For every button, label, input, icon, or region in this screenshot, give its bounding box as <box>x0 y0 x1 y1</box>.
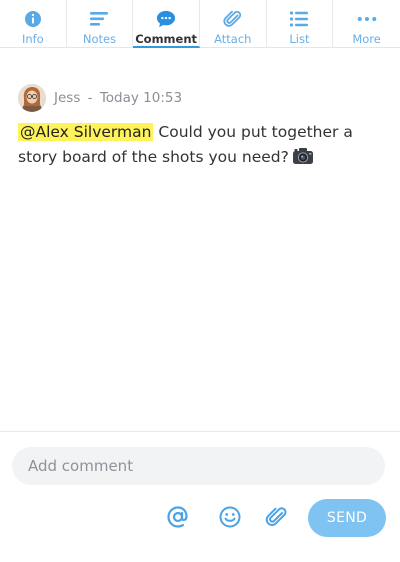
emoji-button[interactable] <box>217 506 243 532</box>
tab-notes-label: Notes <box>82 32 117 46</box>
attach-button[interactable] <box>264 506 290 532</box>
info-icon <box>23 9 43 29</box>
mention-button[interactable] <box>165 506 191 532</box>
avatar <box>18 84 46 112</box>
tab-comment-label: Comment <box>135 32 198 46</box>
tab-info[interactable]: Info <box>0 0 67 48</box>
meta-separator: - <box>87 90 93 106</box>
list-icon <box>289 9 309 29</box>
tab-bar: Info Notes Comment Attach List More <box>0 0 400 48</box>
smiley-icon <box>218 505 242 533</box>
divider <box>0 431 400 432</box>
tab-more[interactable]: More <box>333 0 400 48</box>
tab-list-label: List <box>289 32 310 46</box>
comment-item: Jess - Today 10:53 @Alex Silverman Could… <box>18 84 388 174</box>
comment-meta: Jess - Today 10:53 <box>18 84 388 112</box>
comment-author: Jess <box>54 90 81 106</box>
notes-icon <box>89 9 109 29</box>
tab-notes[interactable]: Notes <box>67 0 134 48</box>
tab-attach-label: Attach <box>214 32 252 46</box>
tab-comment[interactable]: Comment <box>133 0 200 48</box>
tab-more-label: More <box>352 32 381 46</box>
comment-bubble-icon <box>156 9 176 29</box>
send-button[interactable]: SEND <box>308 499 386 537</box>
tab-info-label: Info <box>21 32 44 46</box>
more-dots-icon <box>357 9 377 29</box>
user-mention[interactable]: @Alex Silverman <box>18 123 154 141</box>
paperclip-icon <box>265 505 289 533</box>
tab-list[interactable]: List <box>267 0 334 48</box>
at-icon <box>166 505 190 533</box>
comment-body: @Alex Silverman Could you put together a… <box>18 120 388 174</box>
tab-attach[interactable]: Attach <box>200 0 267 48</box>
comment-timestamp: Today 10:53 <box>99 90 183 106</box>
camera-icon <box>292 146 314 174</box>
paperclip-icon <box>223 9 243 29</box>
comment-input[interactable] <box>12 447 385 485</box>
